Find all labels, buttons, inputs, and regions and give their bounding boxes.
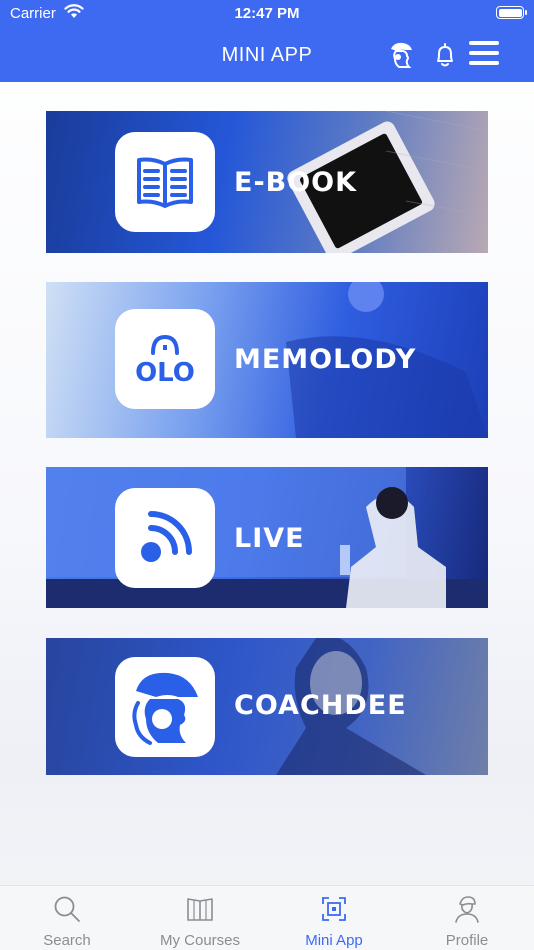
svg-text:OLO: OLO (135, 358, 195, 387)
clock: 12:47 PM (234, 5, 300, 22)
bottom-tab-bar: Search My Courses Mini App Profile (0, 885, 534, 950)
battery-icon (496, 6, 527, 19)
tab-mini-app-label: Mini App (305, 932, 363, 949)
rss-feed-icon (115, 488, 215, 588)
coach-head-icon (115, 657, 215, 757)
tab-search[interactable]: Search (0, 886, 134, 950)
search-icon (54, 896, 80, 922)
tab-search-label: Search (43, 932, 91, 949)
coachdee-head-icon[interactable] (385, 40, 415, 70)
olo-logo-icon: OLO (115, 309, 215, 409)
ebook-card[interactable]: E-BOOK (46, 111, 488, 253)
tab-profile[interactable]: Profile (400, 886, 534, 950)
profile-icon (455, 896, 479, 923)
ebook-label: E-BOOK (234, 167, 358, 198)
tab-my-courses-label: My Courses (159, 932, 241, 949)
tab-mini-app[interactable]: Mini App (267, 886, 401, 950)
live-card[interactable]: LIVE (46, 467, 488, 608)
tab-my-courses[interactable]: My Courses (133, 886, 267, 950)
hamburger-menu-icon[interactable] (469, 41, 499, 67)
live-label: LIVE (234, 523, 305, 554)
memolody-label: MEMOLODY (234, 344, 417, 375)
tab-profile-label: Profile (445, 932, 489, 949)
mini-app-icon (322, 897, 346, 921)
open-book-icon (115, 132, 215, 232)
memolody-card[interactable]: OLO MEMOLODY (46, 282, 488, 438)
status-bar: Carrier 12:47 PM (0, 0, 534, 28)
bell-icon[interactable] (430, 40, 460, 70)
coachdee-card[interactable]: COACHDEE (46, 638, 488, 775)
book-icon (187, 898, 213, 921)
coachdee-label: COACHDEE (234, 690, 407, 721)
header-bar: Carrier 12:47 PM MINI APP (0, 0, 534, 82)
